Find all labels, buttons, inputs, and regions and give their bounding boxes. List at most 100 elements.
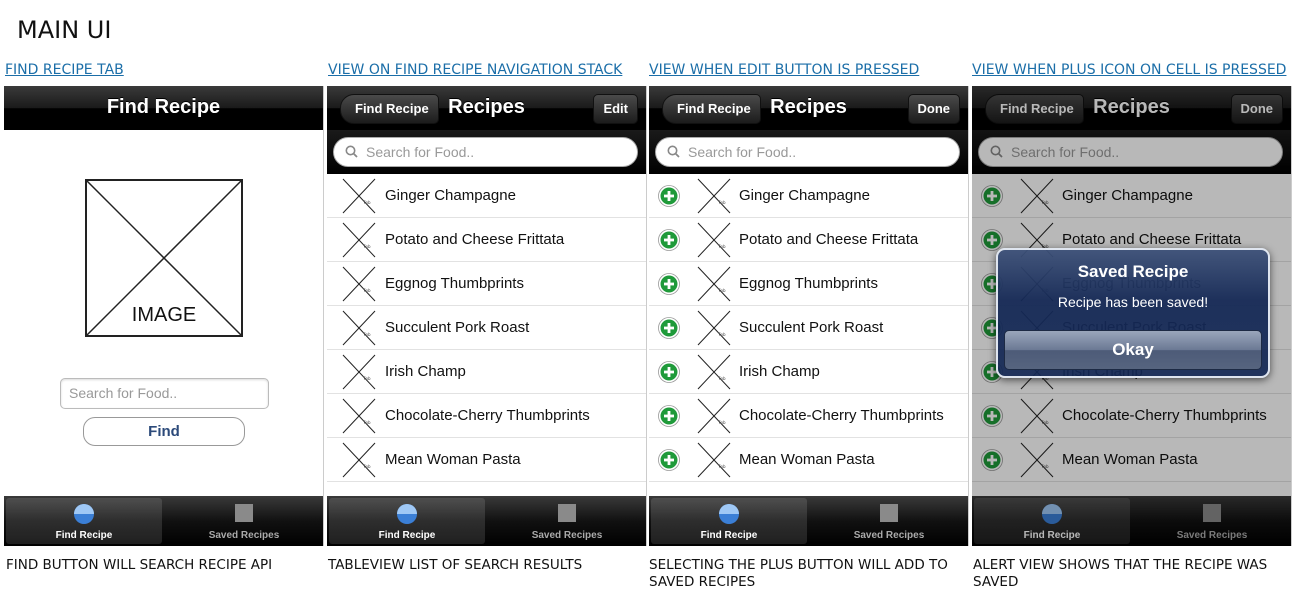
recipe-row-partial: [649, 482, 968, 496]
add-circle-icon[interactable]: [658, 229, 680, 251]
svg-text:Tnb: Tnb: [717, 200, 726, 205]
recipe-row[interactable]: Tnb Eggnog Thumbprints: [327, 262, 646, 306]
svg-text:Tnb: Tnb: [717, 288, 726, 293]
add-circle-icon[interactable]: [658, 317, 680, 339]
tab-find-recipe[interactable]: Find Recipe: [651, 498, 807, 544]
recipe-row[interactable]: Tnb Eggnog Thumbprints: [649, 262, 968, 306]
recipe-row[interactable]: Tnb Irish Champ: [327, 350, 646, 394]
phone-recipes-alert: Recipes Find Recipe Done Search for Food…: [972, 86, 1292, 546]
add-circle-icon[interactable]: [658, 405, 680, 427]
panel-label-find-recipe-tab[interactable]: FIND RECIPE TAB: [5, 62, 124, 78]
recipe-row[interactable]: Tnb Chocolate-Cherry Thumbprints: [649, 394, 968, 438]
recipe-row[interactable]: Tnb Mean Woman Pasta: [649, 438, 968, 482]
tabbar: Find Recipe Saved Recipes: [4, 496, 323, 546]
recipe-thumbnail: Tnb: [696, 265, 732, 303]
recipe-name: Mean Woman Pasta: [739, 451, 875, 468]
svg-text:Tnb: Tnb: [717, 464, 726, 469]
svg-text:Tnb: Tnb: [717, 332, 726, 337]
recipe-row[interactable]: Tnb Potato and Cheese Frittata: [327, 218, 646, 262]
navbar: Find Recipe: [4, 86, 323, 130]
recipe-row-partial: [327, 482, 646, 496]
alert-title: Saved Recipe: [1077, 262, 1189, 281]
recipe-row[interactable]: Tnb Chocolate-Cherry Thumbprints: [327, 394, 646, 438]
panel-label-plus-pressed[interactable]: VIEW WHEN PLUS ICON ON CELL IS PRESSED: [972, 62, 1286, 78]
recipe-row[interactable]: Tnb Succulent Pork Roast: [649, 306, 968, 350]
nav-title: Find Recipe: [106, 96, 221, 118]
svg-text:Tnb: Tnb: [717, 420, 726, 425]
edit-button[interactable]: Edit: [593, 94, 638, 124]
find-button[interactable]: Find: [83, 417, 245, 446]
find-recipe-tab-icon: [397, 504, 417, 524]
panel-label-navigation-stack[interactable]: VIEW ON FIND RECIPE NAVIGATION STACK: [328, 62, 622, 78]
tab-label: Find Recipe: [55, 530, 113, 541]
tab-saved-recipes[interactable]: Saved Recipes: [811, 498, 967, 544]
saved-recipes-tab-icon: [880, 504, 898, 522]
svg-text:Tnb: Tnb: [362, 200, 371, 205]
svg-text:Tnb: Tnb: [362, 332, 371, 337]
back-button[interactable]: Find Recipe: [340, 94, 439, 124]
done-button[interactable]: Done: [907, 94, 960, 124]
tab-label: Saved Recipes: [208, 530, 280, 541]
search-input[interactable]: Search for Food..: [60, 378, 269, 409]
recipe-name: Succulent Pork Roast: [739, 319, 884, 336]
recipe-name: Mean Woman Pasta: [385, 451, 521, 468]
add-circle-icon[interactable]: [658, 273, 680, 295]
add-circle-icon[interactable]: [658, 361, 680, 383]
recipe-row[interactable]: Tnb Succulent Pork Roast: [327, 306, 646, 350]
recipe-row[interactable]: Tnb Mean Woman Pasta: [327, 438, 646, 482]
caption-edit-pressed: SELECTING THE PLUS BUTTON WILL ADD TO SA…: [649, 557, 948, 590]
recipe-thumbnail: Tnb: [341, 309, 377, 347]
tab-saved-recipes[interactable]: Saved Recipes: [489, 498, 645, 544]
navbar: Recipes Find Recipe Edit: [327, 86, 646, 130]
caption-find-recipe-tab: FIND BUTTON WILL SEARCH RECIPE API: [6, 557, 273, 573]
panel-label-edit-pressed[interactable]: VIEW WHEN EDIT BUTTON IS PRESSED: [649, 62, 919, 78]
navbar: Recipes Find Recipe Done: [649, 86, 968, 130]
tab-find-recipe[interactable]: Find Recipe: [329, 498, 485, 544]
okay-button[interactable]: Okay: [1004, 330, 1262, 370]
svg-text:Tnb: Tnb: [362, 376, 371, 381]
search-bar: Search for Food..: [649, 130, 968, 174]
recipe-row[interactable]: Tnb Ginger Champagne: [327, 174, 646, 218]
recipe-thumbnail: Tnb: [341, 177, 377, 215]
find-recipe-tab-icon: [719, 504, 739, 524]
recipe-name: Irish Champ: [385, 363, 466, 380]
recipe-list: Tnb Ginger Champagne Tnb Potato and Cheese …: [327, 174, 646, 496]
recipe-thumbnail: Tnb: [341, 441, 377, 479]
recipe-name: Ginger Champagne: [739, 187, 870, 204]
phone-recipes-list: Recipes Find Recipe Edit Search for Food…: [327, 86, 647, 546]
search-input[interactable]: Search for Food..: [655, 137, 960, 167]
recipe-thumbnail: Tnb: [696, 309, 732, 347]
recipe-name: Succulent Pork Roast: [385, 319, 530, 336]
recipe-thumbnail: Tnb: [341, 221, 377, 259]
back-button[interactable]: Find Recipe: [662, 94, 761, 124]
search-placeholder: Search for Food..: [366, 144, 475, 160]
recipe-thumbnail: Tnb: [696, 221, 732, 259]
tab-saved-recipes[interactable]: Saved Recipes: [166, 498, 322, 544]
recipe-row[interactable]: Tnb Ginger Champagne: [649, 174, 968, 218]
recipe-name: Chocolate-Cherry Thumbprints: [385, 407, 590, 424]
add-circle-icon[interactable]: [658, 449, 680, 471]
recipe-thumbnail: Tnb: [696, 177, 732, 215]
recipe-list: Tnb Ginger Champagne Tnb Potato and Cheese …: [649, 174, 968, 496]
svg-text:Tnb: Tnb: [362, 420, 371, 425]
search-icon: [667, 145, 680, 158]
find-recipe-tab-icon: [74, 504, 94, 524]
recipe-name: Potato and Cheese Frittata: [385, 231, 565, 248]
recipe-thumbnail: Tnb: [341, 397, 377, 435]
alert-view: Saved Recipe Recipe has been saved! Okay: [996, 248, 1270, 378]
search-bar: Search for Food..: [327, 130, 646, 174]
tabbar: Find Recipe Saved Recipes: [327, 496, 646, 546]
svg-text:Tnb: Tnb: [717, 376, 726, 381]
recipe-name: Eggnog Thumbprints: [739, 275, 878, 292]
search-input[interactable]: Search for Food..: [333, 137, 638, 167]
caption-plus-pressed: ALERT VIEW SHOWS THAT THE RECIPE WAS SAV…: [973, 557, 1268, 590]
search-input-placeholder: Search for Food..: [69, 385, 178, 401]
tab-label: Find Recipe: [700, 530, 758, 541]
tab-find-recipe[interactable]: Find Recipe: [6, 498, 162, 544]
image-placeholder: IMAGE: [85, 179, 243, 337]
caption-navigation-stack: TABLEVIEW LIST OF SEARCH RESULTS: [328, 557, 583, 573]
add-circle-icon[interactable]: [658, 185, 680, 207]
recipe-row[interactable]: Tnb Potato and Cheese Frittata: [649, 218, 968, 262]
recipe-thumbnail: Tnb: [341, 265, 377, 303]
recipe-row[interactable]: Tnb Irish Champ: [649, 350, 968, 394]
